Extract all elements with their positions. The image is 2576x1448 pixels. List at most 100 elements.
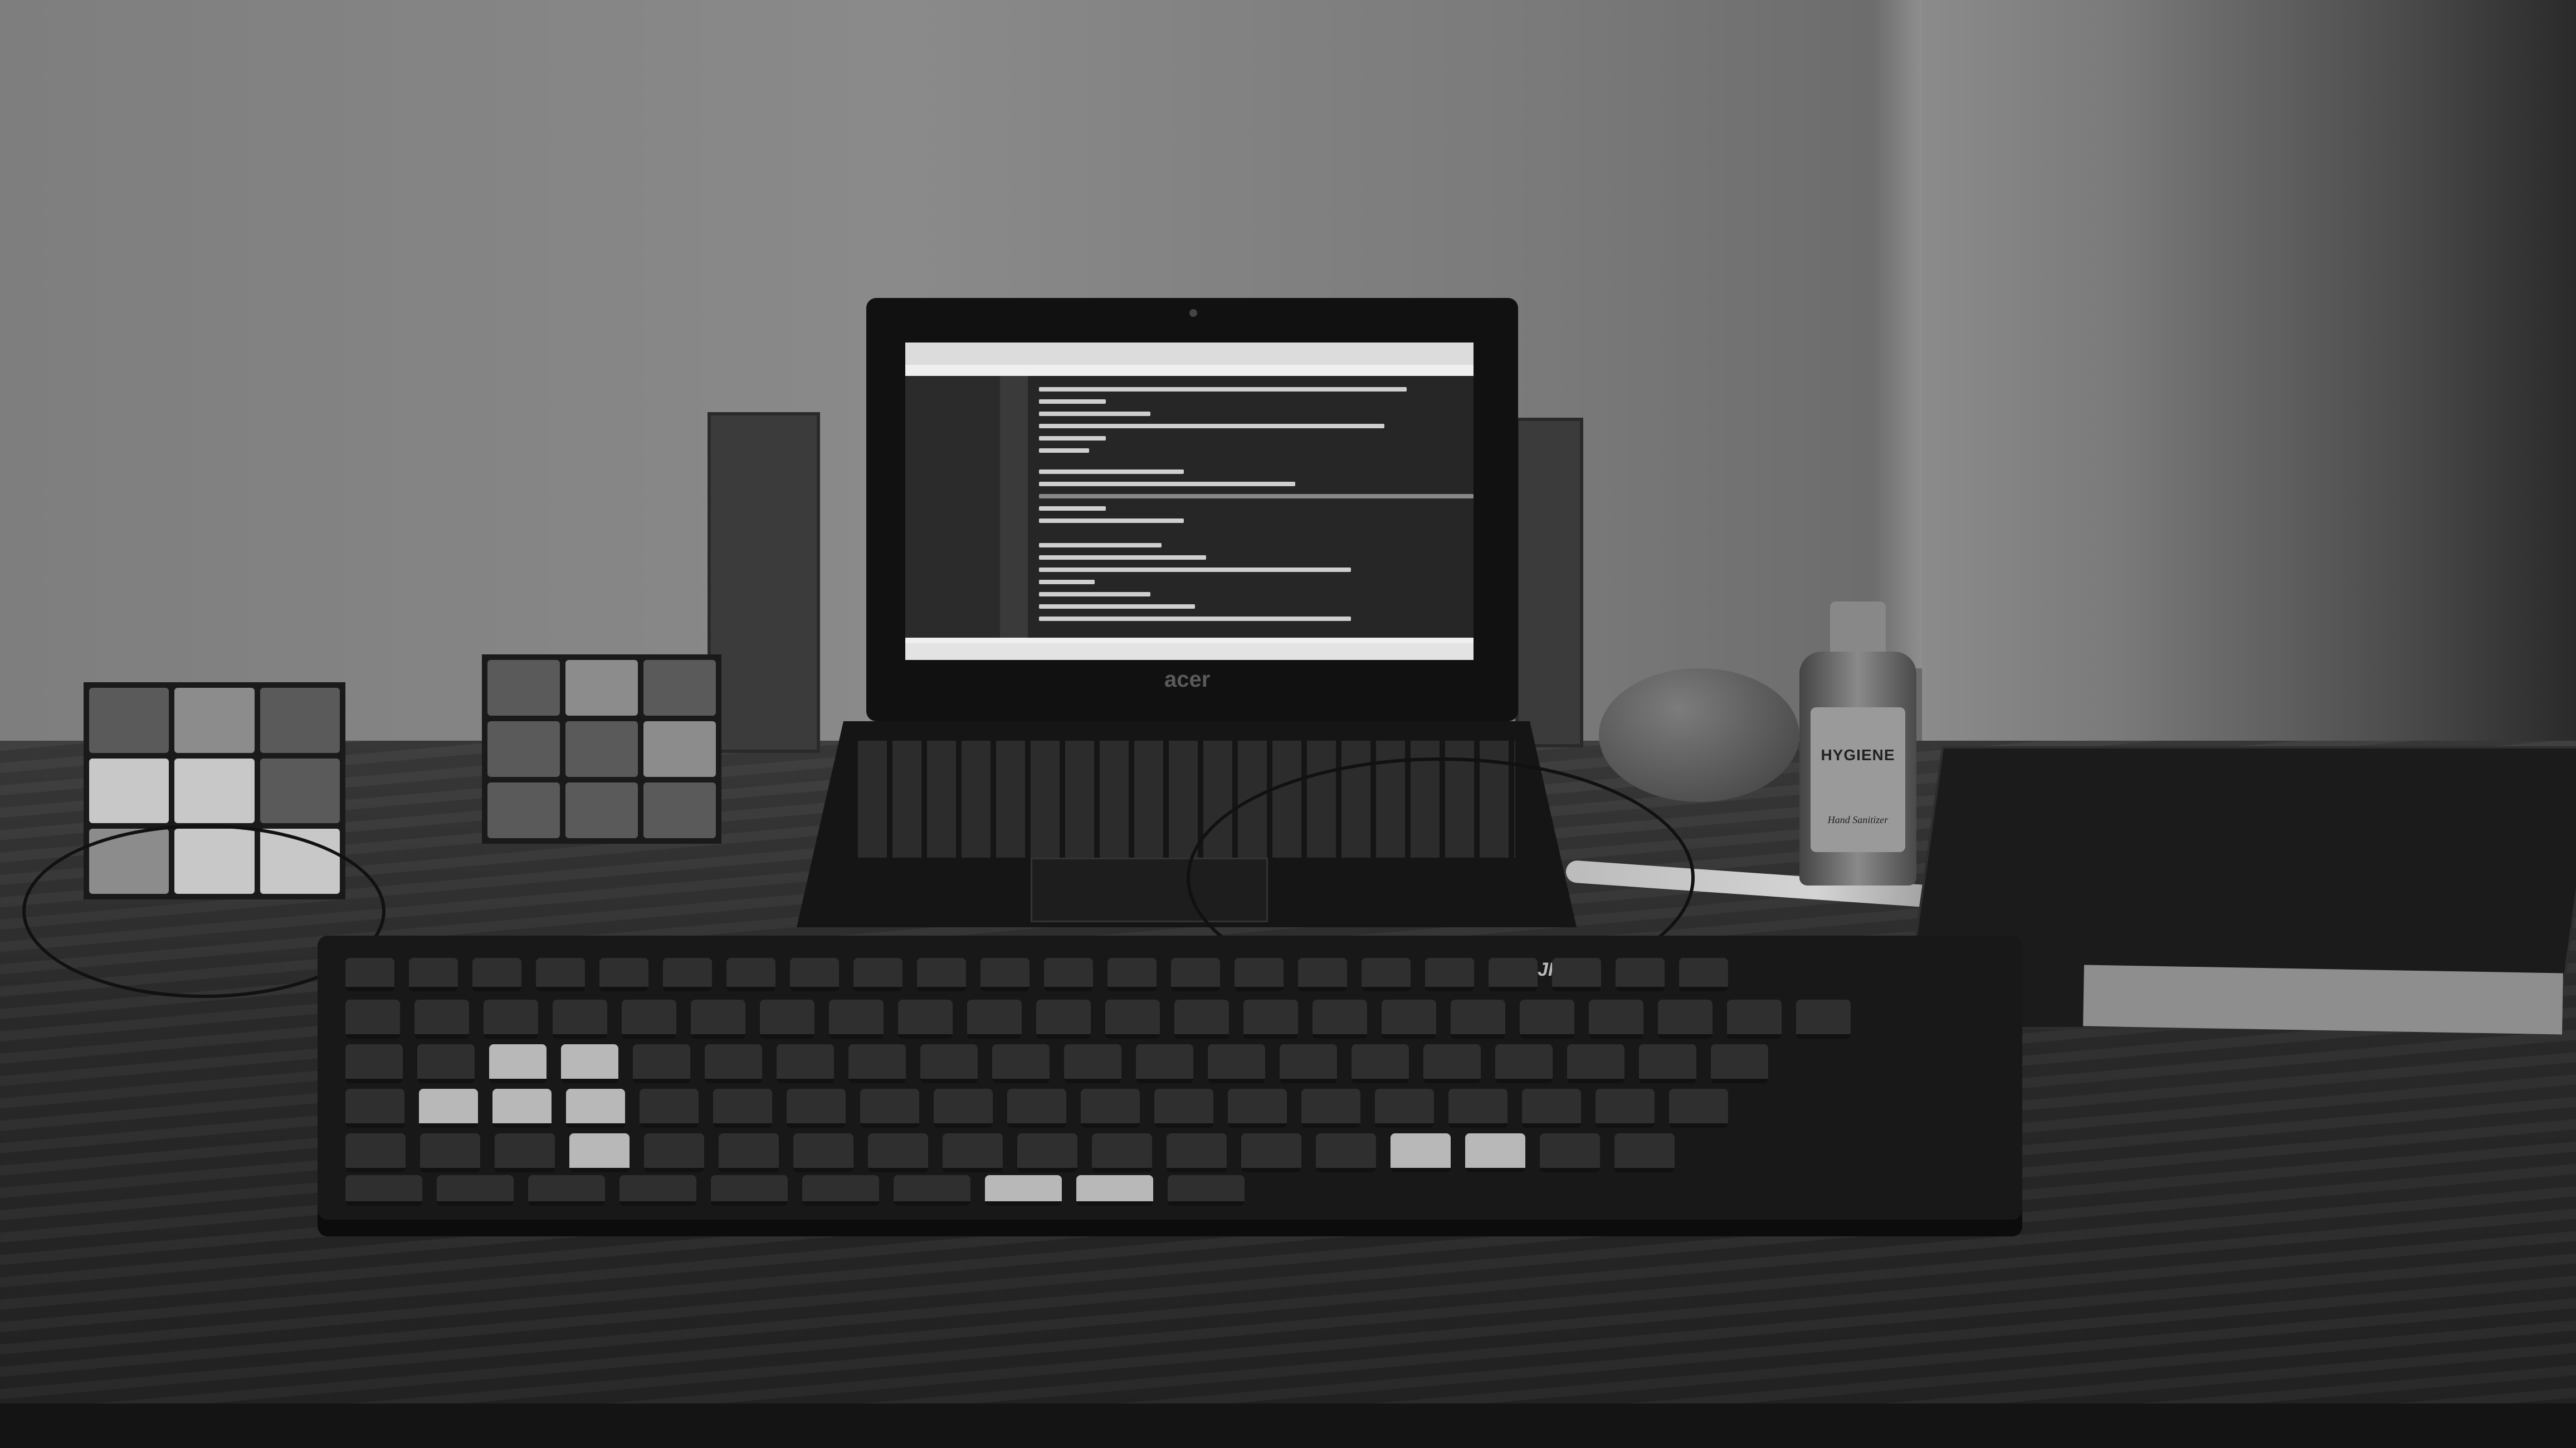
keycap <box>853 958 902 991</box>
keycap <box>1208 1044 1265 1083</box>
keycap <box>640 1089 699 1128</box>
keycap <box>787 1089 846 1128</box>
keycap <box>345 1089 404 1128</box>
keycap <box>802 1175 879 1206</box>
keycap <box>790 958 839 991</box>
keycap <box>437 1175 514 1206</box>
keycap <box>569 1133 630 1172</box>
keycap <box>419 1089 478 1128</box>
bottle-cap <box>1830 601 1886 652</box>
keycap <box>644 1133 704 1172</box>
keycap <box>848 1044 906 1083</box>
keycap <box>713 1089 772 1128</box>
keycap <box>992 1044 1050 1083</box>
keycap <box>1796 1000 1851 1039</box>
keycap <box>1174 1000 1229 1039</box>
keycap <box>934 1089 993 1128</box>
keycap <box>1520 1000 1574 1039</box>
keycap <box>1168 1175 1245 1206</box>
keycap <box>1362 958 1411 991</box>
keycap <box>1669 1089 1728 1128</box>
keycap <box>1616 958 1665 991</box>
keycap <box>1313 1000 1367 1039</box>
keycap <box>1036 1000 1091 1039</box>
keycap <box>726 958 775 991</box>
keycap <box>829 1000 884 1039</box>
keycap <box>943 1133 1003 1172</box>
keycap <box>1448 1089 1507 1128</box>
keycap <box>985 1175 1062 1206</box>
keycap <box>1522 1089 1581 1128</box>
keycap <box>711 1175 788 1206</box>
keycap <box>719 1133 779 1172</box>
keycap <box>1614 1133 1675 1172</box>
keycap <box>1017 1133 1077 1172</box>
keycap <box>599 958 648 991</box>
keycap <box>1280 1044 1337 1083</box>
desk-scene-photo: acer HYGIENE Hand Sanitizer JR <box>0 0 2576 1448</box>
keycap <box>793 1133 853 1172</box>
keycap <box>1092 1133 1152 1172</box>
keycap <box>898 1000 953 1039</box>
earphone-case <box>1599 668 1799 802</box>
keycap <box>345 1175 422 1206</box>
keycap <box>1007 1089 1066 1128</box>
keycap <box>1540 1133 1600 1172</box>
keycap <box>1136 1044 1193 1083</box>
keycap <box>705 1044 762 1083</box>
bottle-label-subtitle: Hand Sanitizer <box>1827 814 1889 825</box>
editor-line-gutter <box>1000 376 1028 638</box>
keycap <box>1495 1044 1553 1083</box>
keycap <box>663 958 712 991</box>
webcam-icon <box>1189 309 1197 317</box>
keycap <box>1081 1089 1140 1128</box>
keycap <box>860 1089 919 1128</box>
keycap <box>1596 1089 1655 1128</box>
keycap <box>1108 958 1157 991</box>
keycap <box>967 1000 1022 1039</box>
keycap <box>1552 958 1601 991</box>
rubiks-cube-right <box>482 654 721 844</box>
keycap <box>980 958 1030 991</box>
keycap <box>528 1175 605 1206</box>
keycap <box>345 1044 403 1083</box>
editor-file-tree <box>905 376 1000 638</box>
keycap <box>1301 1089 1360 1128</box>
chair-post-left <box>708 412 820 753</box>
keycap <box>492 1089 552 1128</box>
keycap <box>489 1044 547 1083</box>
keycap <box>1382 1000 1436 1039</box>
taskbar <box>905 643 1474 660</box>
keycap <box>561 1044 618 1083</box>
laptop-brand-logo: acer <box>1164 667 1211 692</box>
keycap <box>1711 1044 1768 1083</box>
keycap <box>1044 958 1093 991</box>
keycap <box>868 1133 928 1172</box>
keycap <box>495 1133 555 1172</box>
keycap <box>920 1044 978 1083</box>
keycap <box>1489 958 1538 991</box>
keycap <box>1425 958 1474 991</box>
keycap <box>917 958 966 991</box>
keycap <box>1567 1044 1624 1083</box>
keycap <box>894 1175 970 1206</box>
keycap <box>345 1133 406 1172</box>
keycap <box>622 1000 676 1039</box>
keycap <box>619 1175 696 1206</box>
keycap <box>472 958 521 991</box>
keycap <box>1658 1000 1713 1039</box>
keycap <box>1375 1089 1434 1128</box>
keycap <box>553 1000 607 1039</box>
desk-edge <box>0 1403 2576 1448</box>
keycap <box>345 1000 400 1039</box>
keycap <box>1241 1133 1301 1172</box>
chair-post-right <box>1515 418 1583 747</box>
keycap <box>1171 958 1220 991</box>
keycap <box>536 958 585 991</box>
keycap <box>417 1044 475 1083</box>
laptop-screen <box>905 343 1474 660</box>
keycap <box>633 1044 690 1083</box>
bottle-label: HYGIENE Hand Sanitizer <box>1811 707 1905 852</box>
keycap <box>484 1000 538 1039</box>
keycap <box>1076 1175 1153 1206</box>
